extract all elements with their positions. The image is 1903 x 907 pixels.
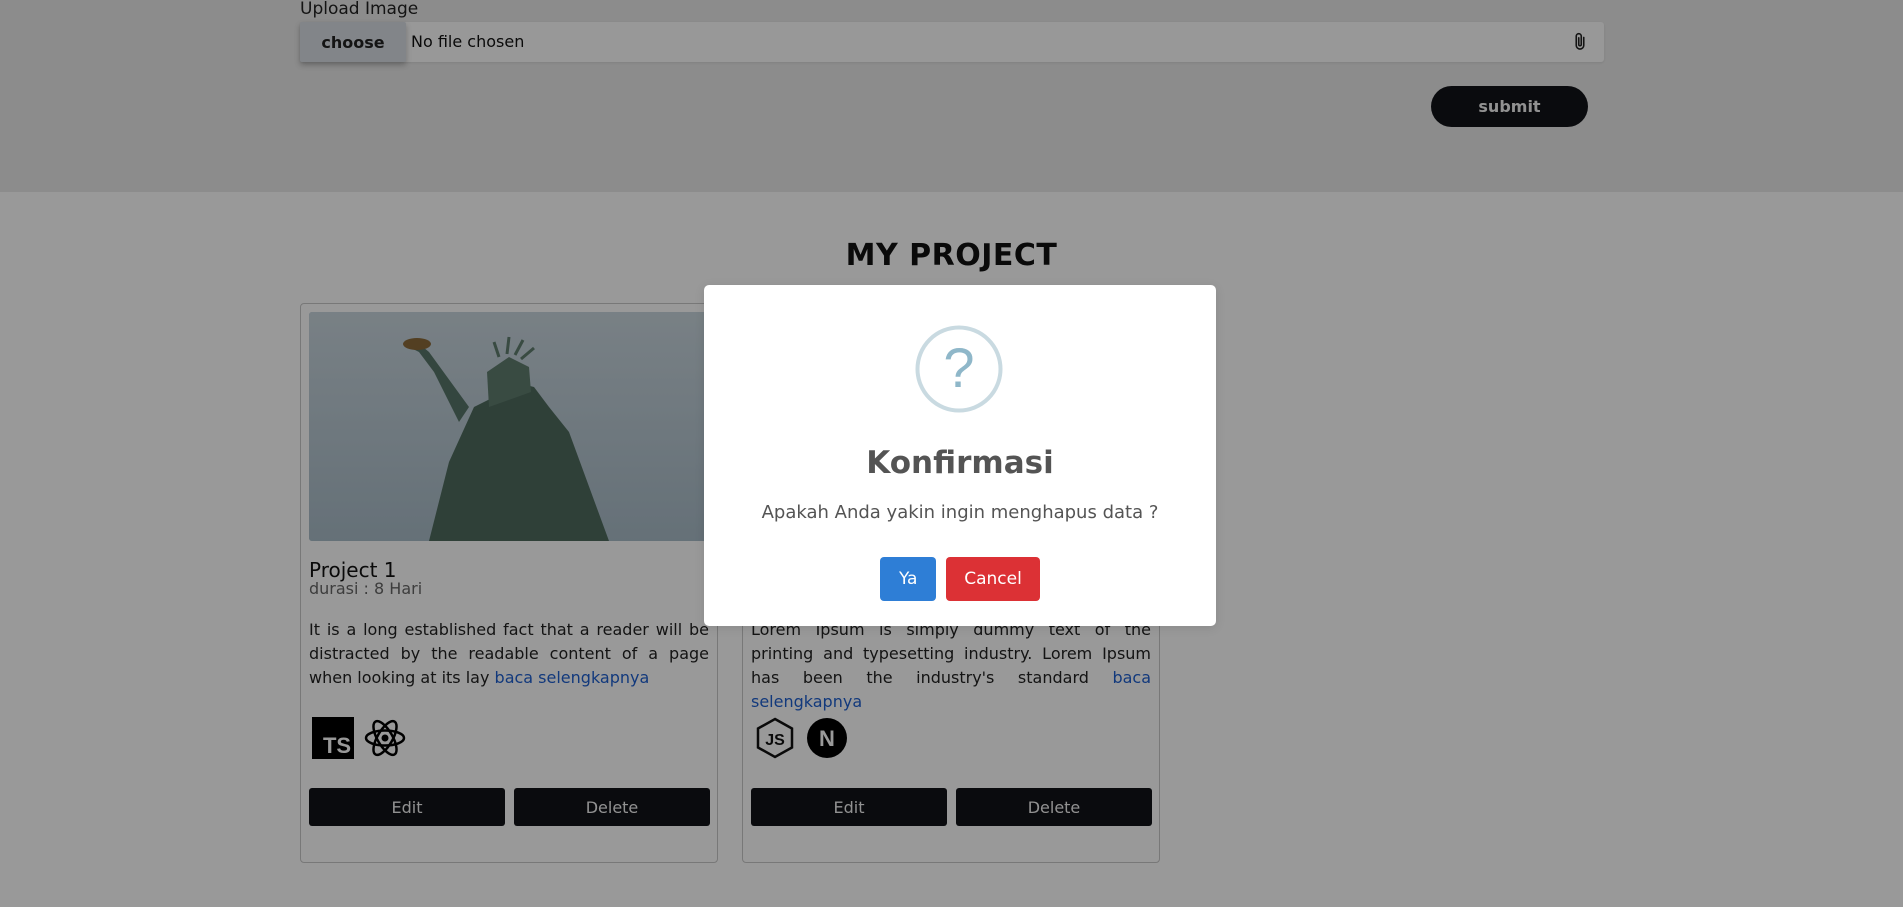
dialog-message: Apakah Anda yakin ingin menghapus data ? — [761, 502, 1159, 523]
question-icon: ? — [915, 325, 1003, 413]
confirm-button[interactable]: Ya — [880, 557, 937, 601]
dialog-actions: Ya Cancel — [704, 557, 1216, 601]
cancel-button[interactable]: Cancel — [946, 557, 1040, 601]
confirm-delete-dialog: ? Konfirmasi Apakah Anda yakin ingin men… — [704, 285, 1216, 626]
question-icon-text: ? — [943, 336, 974, 399]
dialog-title: Konfirmasi — [866, 445, 1054, 481]
